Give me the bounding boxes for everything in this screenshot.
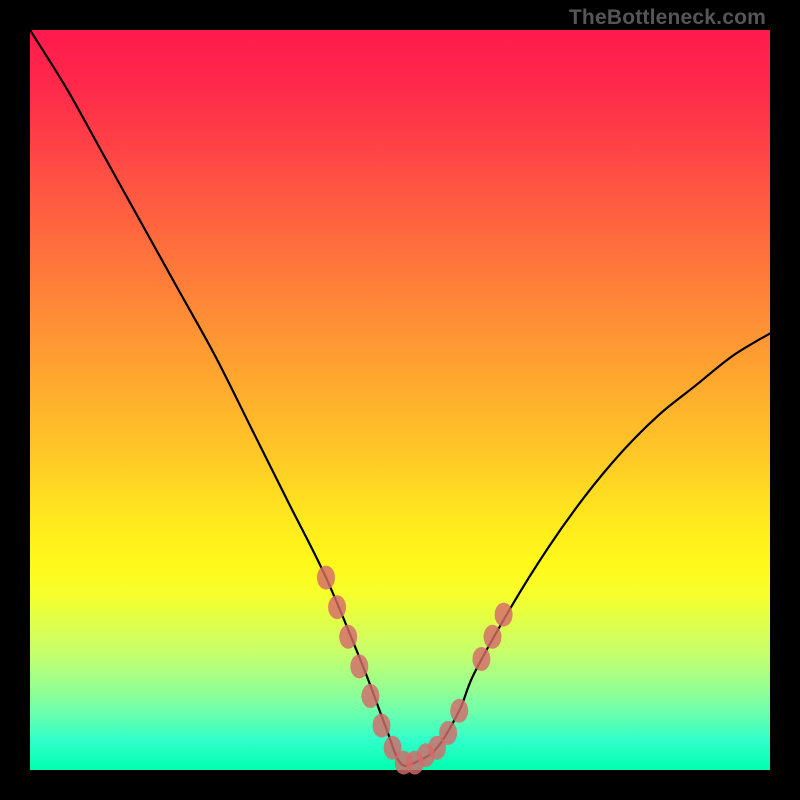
- plot-area: [30, 30, 770, 770]
- chart-frame: TheBottleneck.com: [0, 0, 800, 800]
- marker-dot: [373, 714, 391, 738]
- marker-dot: [350, 654, 368, 678]
- curve-layer: [30, 30, 770, 770]
- marker-dot: [450, 699, 468, 723]
- marker-dot: [472, 647, 490, 671]
- marker-dot: [495, 603, 513, 627]
- bottleneck-curve-path: [30, 30, 770, 766]
- marker-dot: [361, 684, 379, 708]
- marker-dots: [317, 566, 513, 775]
- marker-dot: [317, 566, 335, 590]
- marker-dot: [339, 625, 357, 649]
- marker-dot: [439, 721, 457, 745]
- marker-dot: [328, 595, 346, 619]
- watermark-text: TheBottleneck.com: [569, 6, 766, 30]
- marker-dot: [484, 625, 502, 649]
